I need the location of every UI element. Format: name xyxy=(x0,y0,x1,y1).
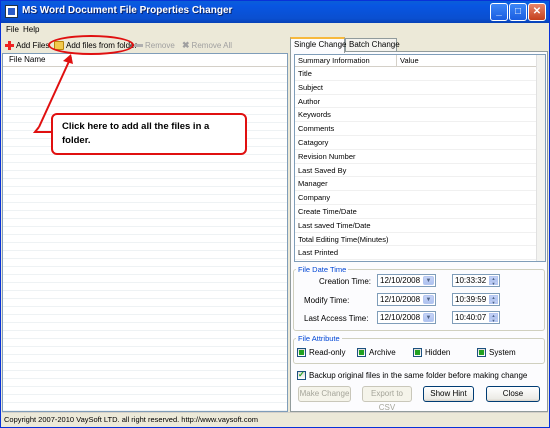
chevron-down-icon[interactable]: ▼ xyxy=(423,295,434,304)
modify-time-field[interactable]: 10:39:59 ▲ ▼ xyxy=(452,293,500,306)
summary-row-label: Author xyxy=(298,96,321,106)
summary-row-value[interactable] xyxy=(397,136,545,149)
archive-label: Archive xyxy=(369,348,396,357)
export-csv-button[interactable]: Export to CSV xyxy=(362,386,412,412)
readonly-label: Read-only xyxy=(309,348,346,357)
summary-row-value[interactable] xyxy=(397,81,545,94)
summary-row-value[interactable] xyxy=(397,205,545,218)
access-time-field[interactable]: 10:40:07 ▲ ▼ xyxy=(452,311,500,324)
value-column-header[interactable]: Value xyxy=(397,55,537,66)
summary-row-label: Create Time/Date xyxy=(298,206,357,216)
access-date-value: 12/10/2008 xyxy=(380,313,421,322)
summary-row-value[interactable] xyxy=(397,150,545,163)
summary-row[interactable]: Subject xyxy=(295,81,545,95)
summary-row[interactable]: Title xyxy=(295,67,545,81)
system-label: System xyxy=(489,348,516,357)
summary-row-label: Catagory xyxy=(298,137,329,147)
time-spinner[interactable]: ▲ ▼ xyxy=(489,295,498,304)
backup-label: Backup original files in the same folder… xyxy=(309,371,528,380)
callout-line-2: folder. xyxy=(62,135,91,146)
file-attribute-legend: File Attribute xyxy=(298,334,340,343)
readonly-checkbox[interactable]: Read-only xyxy=(297,348,345,357)
summary-row[interactable]: Comments xyxy=(295,122,545,136)
tab-batch-change[interactable]: Batch Change xyxy=(345,38,400,52)
modify-date-value: 12/10/2008 xyxy=(380,295,421,304)
access-time-value: 10:40:07 xyxy=(455,313,487,322)
access-time-label: Last Access Time: xyxy=(304,314,369,323)
summary-row-label: Revision Number xyxy=(298,151,356,161)
creation-date-picker[interactable]: 12/10/2008 ▼ xyxy=(377,274,436,287)
backup-checkbox[interactable]: Backup original files in the same folder… xyxy=(297,370,528,380)
vertical-scrollbar[interactable] xyxy=(536,55,545,261)
archive-checkbox[interactable]: Archive xyxy=(357,348,396,357)
summary-info-column-header[interactable]: Summary Information xyxy=(295,55,397,66)
summary-row-value[interactable] xyxy=(397,219,545,232)
summary-row-value[interactable] xyxy=(397,95,545,108)
summary-row[interactable]: Last saved Time/Date xyxy=(295,219,545,233)
summary-row-label: Last saved Time/Date xyxy=(298,220,371,230)
summary-row-label: Comments xyxy=(298,124,335,134)
app-window: MS Word Document File Properties Changer… xyxy=(0,0,550,428)
callout-line-1: Click here to add all the files in a xyxy=(62,121,210,132)
creation-time-field[interactable]: 10:33:32 ▲ ▼ xyxy=(452,274,500,287)
access-date-picker[interactable]: 12/10/2008 ▼ xyxy=(377,311,436,324)
summary-row-value[interactable] xyxy=(397,122,545,135)
hidden-checkbox[interactable]: Hidden xyxy=(413,348,450,357)
summary-row-label: Subject xyxy=(298,82,324,92)
summary-row-label: Title xyxy=(298,69,312,78)
callout-box: Click here to add all the files in a fol… xyxy=(51,113,247,155)
creation-time-value: 10:33:32 xyxy=(455,276,487,285)
summary-row-value[interactable] xyxy=(397,164,545,177)
modify-date-picker[interactable]: 12/10/2008 ▼ xyxy=(377,293,436,306)
summary-row-label: Keywords xyxy=(298,110,331,120)
summary-row-value[interactable] xyxy=(397,67,545,80)
creation-date-value: 12/10/2008 xyxy=(380,276,421,285)
file-date-time-legend: File Date Time xyxy=(298,265,347,274)
chevron-down-icon[interactable]: ▼ xyxy=(423,313,434,322)
summary-row[interactable]: Last Saved By xyxy=(295,164,545,178)
modify-time-value: 10:39:59 xyxy=(455,295,487,304)
summary-row-value[interactable] xyxy=(397,191,545,204)
modify-time-label: Modify Time: xyxy=(304,296,350,305)
summary-row[interactable]: Total Editing Time(Minutes) xyxy=(295,233,545,247)
summary-row-value[interactable] xyxy=(397,108,545,121)
summary-row-value[interactable] xyxy=(397,246,545,259)
chevron-down-icon[interactable]: ▼ xyxy=(423,276,434,285)
summary-row-label: Total Editing Time(Minutes) xyxy=(298,234,389,244)
summary-grid-header: Summary Information Value xyxy=(295,55,545,67)
status-bar: Copyright 2007-2010 VaySoft LTD. all rig… xyxy=(2,412,548,427)
tab-single-change[interactable]: Single Change xyxy=(290,37,346,53)
summary-row[interactable]: Author xyxy=(295,95,545,109)
time-spinner[interactable]: ▲ ▼ xyxy=(489,276,498,285)
summary-row[interactable]: Keywords xyxy=(295,108,545,123)
show-hint-button[interactable]: Show Hint xyxy=(423,386,474,402)
summary-row-label: Last Saved By xyxy=(298,165,347,175)
summary-row-label: Manager xyxy=(298,179,328,189)
summary-row-label: Last Printed xyxy=(298,248,339,258)
summary-row[interactable]: Create Time/Date xyxy=(295,205,545,219)
summary-row-label: Company xyxy=(298,193,331,203)
hidden-label: Hidden xyxy=(425,348,451,357)
close-button[interactable]: Close xyxy=(486,386,540,402)
summary-row-value[interactable] xyxy=(397,177,545,190)
summary-row[interactable]: Company xyxy=(295,191,545,205)
summary-row[interactable]: Manager xyxy=(295,177,545,192)
system-checkbox[interactable]: System xyxy=(477,348,516,357)
creation-time-label: Creation Time: xyxy=(319,277,372,286)
make-change-button[interactable]: Make Change xyxy=(298,386,351,402)
time-spinner[interactable]: ▲ ▼ xyxy=(489,313,498,322)
summary-row-value[interactable] xyxy=(397,233,545,246)
summary-row[interactable]: Revision Number xyxy=(295,150,545,164)
summary-row[interactable]: Last Printed xyxy=(295,246,545,261)
summary-row[interactable]: Catagory xyxy=(295,136,545,150)
summary-grid[interactable]: Summary Information Value Title Subject Au… xyxy=(294,54,546,262)
